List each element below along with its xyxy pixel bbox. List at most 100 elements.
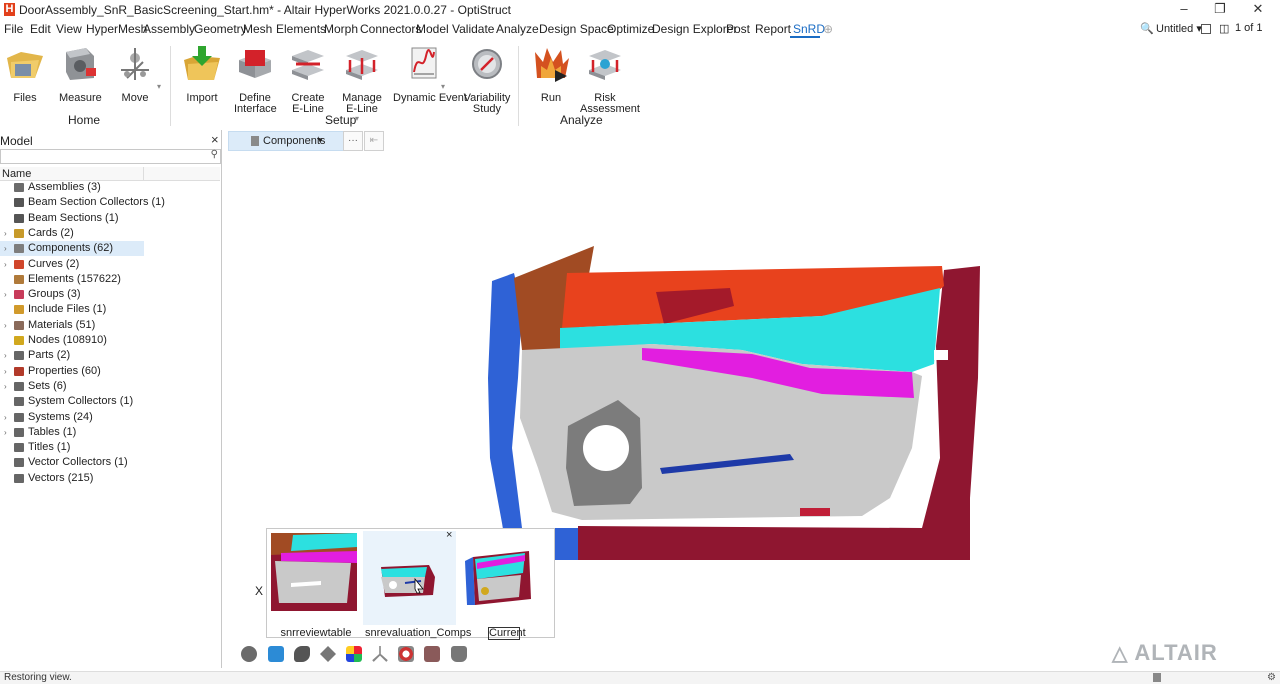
menu-connectors[interactable]: Connectors xyxy=(360,22,421,36)
tree-item[interactable]: Vectors (215) xyxy=(0,471,220,486)
menu-mesh[interactable]: Mesh xyxy=(243,22,272,36)
collapse-toolbar-button[interactable]: ⇤ xyxy=(364,131,384,151)
material-icon xyxy=(14,320,24,330)
tree-item[interactable]: › Materials (51) xyxy=(0,318,220,333)
camera-view-icon[interactable] xyxy=(294,646,310,662)
menu-hypermesh[interactable]: HyperMesh xyxy=(86,22,147,36)
entity-selector[interactable]: Components ▾ xyxy=(228,131,344,151)
lock-icon[interactable] xyxy=(451,646,467,662)
tree-item[interactable]: Include Files (1) xyxy=(0,302,220,317)
search-icon[interactable]: 🔍 xyxy=(1140,22,1154,35)
settings-gear-icon[interactable]: ⚙ xyxy=(1267,672,1276,683)
files-tool[interactable]: Files xyxy=(4,44,46,104)
menu-edit[interactable]: Edit xyxy=(30,22,51,36)
expand-icon[interactable]: › xyxy=(4,379,7,394)
session-dropdown[interactable]: Untitled ▾ xyxy=(1156,22,1202,35)
tree-item[interactable]: System Collectors (1) xyxy=(0,394,220,409)
expand-icon[interactable]: › xyxy=(4,257,7,272)
move-tool[interactable]: Move xyxy=(114,44,156,104)
menu-snrd[interactable]: SnRD xyxy=(793,22,825,36)
column-divider[interactable] xyxy=(143,167,144,180)
tree-item[interactable]: Vector Collectors (1) xyxy=(0,455,220,470)
define-interface-tool[interactable]: Define Interface xyxy=(234,44,277,115)
search-icon[interactable]: ⚲ xyxy=(211,149,218,160)
expand-icon[interactable]: › xyxy=(4,364,7,379)
import-tool[interactable]: Import xyxy=(181,44,223,104)
add-tab-icon[interactable]: ⊕ xyxy=(823,22,833,36)
tree-item[interactable]: Beam Sections (1) xyxy=(0,211,220,226)
run-tool[interactable]: Run xyxy=(530,44,572,104)
tree-item[interactable]: › Curves (2) xyxy=(0,257,220,272)
menu-validate[interactable]: Validate xyxy=(452,22,494,36)
expand-icon[interactable]: › xyxy=(4,410,7,425)
expand-icon[interactable]: › xyxy=(4,287,7,302)
move-dropdown-icon[interactable]: ▾ xyxy=(157,82,161,91)
tree-item[interactable]: › Tables (1) xyxy=(0,425,220,440)
find-entity-icon[interactable] xyxy=(398,646,414,662)
view-thumbnail[interactable]: Current xyxy=(459,533,549,640)
close-icon[interactable]: × xyxy=(211,132,219,147)
expand-icon[interactable]: › xyxy=(4,226,7,241)
new-page-icon[interactable] xyxy=(1201,24,1211,34)
menu-file[interactable]: File xyxy=(4,22,23,36)
close-views-button[interactable]: X xyxy=(255,584,263,598)
view-thumbnail[interactable]: snrreviewtable xyxy=(271,533,361,639)
menu-geometry[interactable]: Geometry xyxy=(194,22,247,36)
page-counter[interactable]: 1 of 1 xyxy=(1235,22,1263,34)
restore-button[interactable]: ❐ xyxy=(1213,2,1227,16)
menu-design-explorer[interactable]: Design Explorer xyxy=(652,22,737,36)
close-window-button[interactable]: ✕ xyxy=(1251,2,1265,16)
model-search-input[interactable]: ⚲ xyxy=(0,149,221,164)
menu-view[interactable]: View xyxy=(56,22,82,36)
menu-analyze[interactable]: Analyze xyxy=(496,22,539,36)
expand-icon[interactable]: › xyxy=(4,241,7,256)
name-column-header[interactable]: Name xyxy=(2,168,31,180)
tree-item[interactable]: Nodes (108910) xyxy=(0,333,220,348)
assembly-icon xyxy=(14,183,24,192)
tree-item[interactable]: › Groups (3) xyxy=(0,287,220,302)
expand-icon[interactable]: › xyxy=(4,318,7,333)
dynamic-event-dropdown-icon[interactable]: ▾ xyxy=(441,82,445,91)
measure-tool[interactable]: Measure xyxy=(59,44,102,104)
menu-morph[interactable]: Morph xyxy=(324,22,358,36)
tree-item[interactable]: Elements (157622) xyxy=(0,272,220,287)
tree-item[interactable]: Beam Section Collectors (1) xyxy=(0,195,220,210)
color-palette-icon[interactable] xyxy=(346,646,362,662)
expand-icon[interactable]: › xyxy=(4,348,7,363)
minimize-button[interactable]: – xyxy=(1177,2,1191,16)
risk-assessment-tool[interactable]: Risk Assessment xyxy=(580,44,640,115)
menu-model[interactable]: Model xyxy=(416,22,449,36)
menu-design-space[interactable]: Design Space xyxy=(539,22,614,36)
tree-item[interactable]: › Systems (24) xyxy=(0,410,220,425)
create-e-line-tool[interactable]: Create E-Line xyxy=(286,44,330,115)
more-options-button[interactable]: ··· xyxy=(343,131,363,151)
tree-item-label: Elements (157622) xyxy=(28,272,121,285)
page-layout-icon[interactable]: ◫ xyxy=(1219,22,1229,35)
tree-item[interactable]: › Cards (2) xyxy=(0,226,220,241)
manage-e-line-tool[interactable]: Manage E-Line xyxy=(338,44,386,115)
view-caption[interactable]: Current xyxy=(488,627,526,640)
visualization-icon[interactable] xyxy=(241,646,257,662)
section-cut-icon[interactable] xyxy=(424,646,440,662)
menu-report[interactable]: Report xyxy=(755,22,791,36)
menu-elements[interactable]: Elements xyxy=(276,22,326,36)
group-icon xyxy=(14,290,24,300)
setup-dropdown-icon[interactable]: ▾ xyxy=(355,114,359,123)
status-component-icon[interactable] xyxy=(1153,673,1161,682)
menu-assembly[interactable]: Assembly xyxy=(143,22,195,36)
manage-e-line-icon xyxy=(346,50,378,80)
view-thumbnail[interactable]: snrevaluation_Comps xyxy=(365,533,471,639)
tree-item[interactable]: › Sets (6) xyxy=(0,379,220,394)
tree-item[interactable]: › Components (62) xyxy=(0,241,144,257)
expand-icon[interactable]: › xyxy=(4,425,7,440)
tree-item[interactable]: › Properties (60) xyxy=(0,364,220,379)
variability-study-tool[interactable]: Variability Study xyxy=(462,44,512,115)
tree-item[interactable]: Titles (1) xyxy=(0,440,220,455)
component-color-icon[interactable] xyxy=(268,646,284,662)
dynamic-event-tool[interactable]: Dynamic Event xyxy=(393,44,467,104)
menu-post[interactable]: Post xyxy=(726,22,750,36)
tree-item[interactable]: Assemblies (3) xyxy=(0,180,220,195)
menu-optimize[interactable]: Optimize xyxy=(607,22,654,36)
tree-item[interactable]: › Parts (2) xyxy=(0,348,220,363)
title-bar: H DoorAssembly_SnR_BasicScreening_Start.… xyxy=(0,0,1280,20)
